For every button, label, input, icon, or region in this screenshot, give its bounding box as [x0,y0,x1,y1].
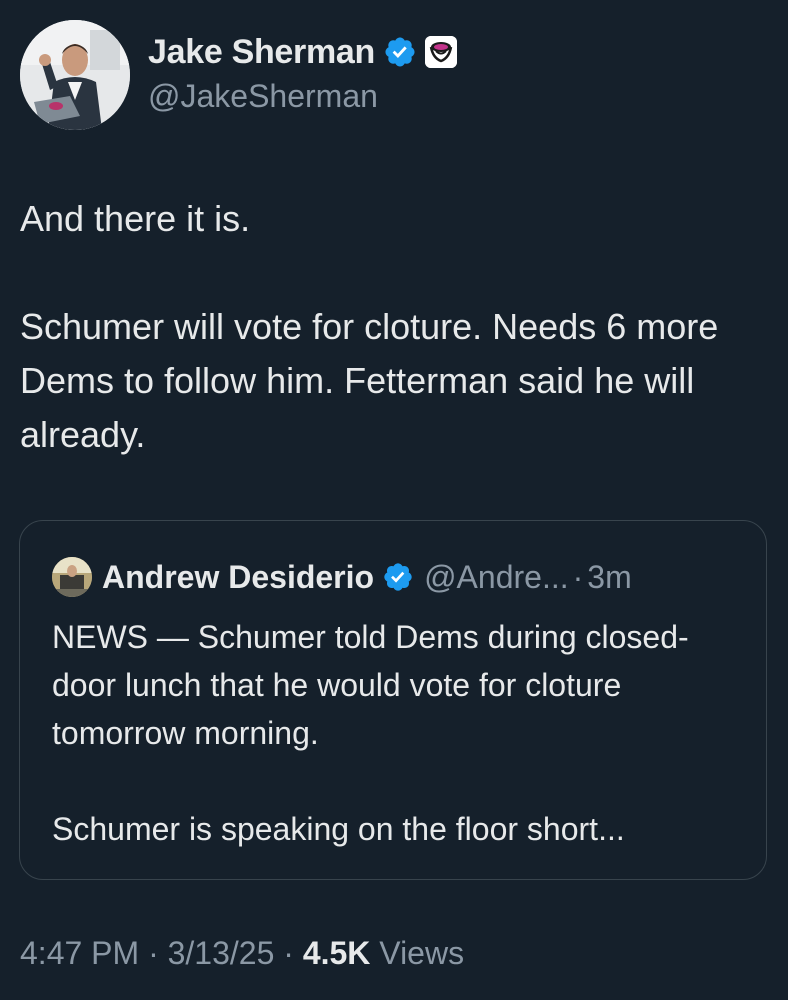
affiliate-badge-icon[interactable] [424,36,457,68]
quoted-tweet-paragraph: Schumer is speaking on the floor short..… [52,811,625,847]
tweet-date[interactable]: 3/13/25 [168,935,275,971]
tweet-paragraph: Schumer will vote for cloture. Needs 6 m… [20,306,719,455]
views-label[interactable]: Views [379,935,464,971]
quoted-author-avatar [52,557,92,597]
quoted-author-handle: @Andre... [424,558,569,595]
quoted-tweet-paragraph: NEWS — Schumer told Dems during closed-d… [52,619,689,751]
author-handle[interactable]: @JakeSherman [148,78,378,115]
tweet-meta: 4:47 PM · 3/13/25 · 4.5K Views [20,935,464,972]
verified-badge-icon [382,561,414,593]
verified-badge-icon[interactable] [383,35,417,69]
quoted-tweet-text: NEWS — Schumer told Dems during closed-d… [52,613,742,853]
author-name-row: Jake Sherman [148,30,457,74]
separator-dot: · [148,935,159,971]
views-count[interactable]: 4.5K [303,935,371,971]
tweet[interactable]: Jake Sherman @JakeSherman And there it i… [0,0,788,1000]
tweet-paragraph: And there it is. [20,198,251,239]
quoted-author-name: Andrew Desiderio [102,558,375,595]
quoted-tweet-header: Andrew Desiderio @Andre... · 3m [52,557,632,597]
separator-dot: · [572,558,584,595]
quoted-tweet-card[interactable]: Andrew Desiderio @Andre... · 3m NEWS — S… [19,520,767,880]
separator-dot: · [283,935,294,971]
tweet-text: And there it is. Schumer will vote for c… [20,192,760,462]
tweet-time[interactable]: 4:47 PM [20,935,139,971]
author-avatar[interactable] [20,20,130,130]
author-name[interactable]: Jake Sherman [148,33,375,72]
quoted-tweet-time: 3m [587,558,632,595]
